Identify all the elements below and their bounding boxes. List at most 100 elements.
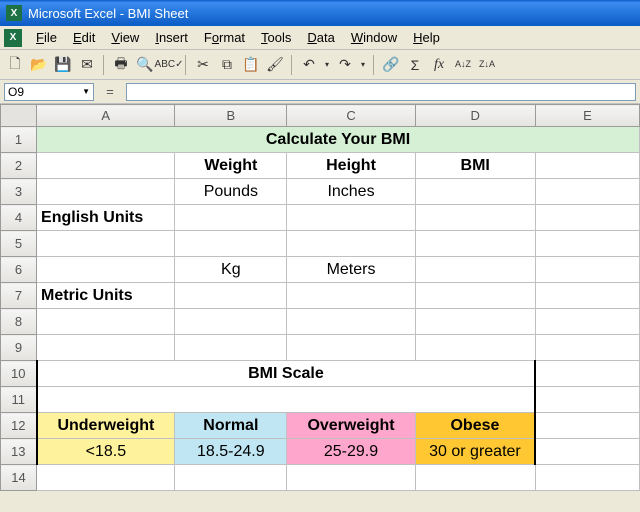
menu-file[interactable]: File: [28, 28, 65, 47]
format-painter-icon[interactable]: 🖌: [264, 54, 286, 76]
cell-A4[interactable]: English Units: [37, 205, 175, 231]
col-header-C[interactable]: C: [287, 105, 415, 127]
cell-E13[interactable]: [535, 439, 639, 465]
cell-E14[interactable]: [535, 465, 639, 491]
menu-insert[interactable]: Insert: [147, 28, 196, 47]
cell-A8[interactable]: [37, 309, 175, 335]
print-preview-icon[interactable]: 🔍: [134, 54, 156, 76]
save-icon[interactable]: 💾: [52, 54, 74, 76]
cell-B14[interactable]: [175, 465, 287, 491]
cell-D9[interactable]: [415, 335, 535, 361]
col-header-B[interactable]: B: [175, 105, 287, 127]
cell-D7[interactable]: [415, 283, 535, 309]
cell-B9[interactable]: [175, 335, 287, 361]
row-header-1[interactable]: 1: [1, 127, 37, 153]
cell-B13[interactable]: 18.5-24.9: [175, 439, 287, 465]
cell-D5[interactable]: [415, 231, 535, 257]
cell-E3[interactable]: [535, 179, 639, 205]
row-header-9[interactable]: 9: [1, 335, 37, 361]
cell-E5[interactable]: [535, 231, 639, 257]
redo-icon[interactable]: ↷: [334, 54, 356, 76]
cell-C2[interactable]: Height: [287, 153, 415, 179]
cell-C6[interactable]: Meters: [287, 257, 415, 283]
spreadsheet-grid[interactable]: A B C D E 1 Calculate Your BMI 2 Weight …: [0, 104, 640, 491]
spellcheck-icon[interactable]: ABC✓: [158, 54, 180, 76]
cell-E4[interactable]: [535, 205, 639, 231]
cell-A1[interactable]: Calculate Your BMI: [37, 127, 640, 153]
undo-icon[interactable]: ↶: [298, 54, 320, 76]
col-header-D[interactable]: D: [415, 105, 535, 127]
menu-help[interactable]: Help: [405, 28, 448, 47]
cell-E10[interactable]: [535, 361, 639, 387]
menu-tools[interactable]: Tools: [253, 28, 299, 47]
paste-icon[interactable]: 📋: [240, 54, 262, 76]
cell-C5[interactable]: [287, 231, 415, 257]
cell-B7[interactable]: [175, 283, 287, 309]
menu-format[interactable]: Format: [196, 28, 253, 47]
cell-A5[interactable]: [37, 231, 175, 257]
cell-D4[interactable]: [415, 205, 535, 231]
new-icon[interactable]: 🗋: [4, 54, 26, 76]
cell-A14[interactable]: [37, 465, 175, 491]
undo-dropdown-icon[interactable]: ▾: [322, 54, 332, 76]
cell-D6[interactable]: [415, 257, 535, 283]
row-header-3[interactable]: 3: [1, 179, 37, 205]
cell-A3[interactable]: [37, 179, 175, 205]
function-icon[interactable]: fx: [428, 54, 450, 76]
cell-C8[interactable]: [287, 309, 415, 335]
cell-E9[interactable]: [535, 335, 639, 361]
cell-E6[interactable]: [535, 257, 639, 283]
cell-B12[interactable]: Normal: [175, 413, 287, 439]
copy-icon[interactable]: ⧉: [216, 54, 238, 76]
cell-E2[interactable]: [535, 153, 639, 179]
col-header-E[interactable]: E: [535, 105, 639, 127]
cell-C14[interactable]: [287, 465, 415, 491]
cell-C4[interactable]: [287, 205, 415, 231]
menu-data[interactable]: Data: [299, 28, 342, 47]
select-all-corner[interactable]: [1, 105, 37, 127]
cell-D14[interactable]: [415, 465, 535, 491]
row-header-13[interactable]: 13: [1, 439, 37, 465]
cut-icon[interactable]: ✂: [192, 54, 214, 76]
email-icon[interactable]: ✉: [76, 54, 98, 76]
hyperlink-icon[interactable]: 🔗: [380, 54, 402, 76]
cell-B2[interactable]: Weight: [175, 153, 287, 179]
cell-A7[interactable]: Metric Units: [37, 283, 175, 309]
cell-B3[interactable]: Pounds: [175, 179, 287, 205]
chevron-down-icon[interactable]: ▼: [82, 87, 90, 96]
cell-B5[interactable]: [175, 231, 287, 257]
row-header-4[interactable]: 4: [1, 205, 37, 231]
col-header-A[interactable]: A: [37, 105, 175, 127]
cell-E8[interactable]: [535, 309, 639, 335]
cell-A9[interactable]: [37, 335, 175, 361]
sort-asc-icon[interactable]: A↓Z: [452, 54, 474, 76]
cell-D13[interactable]: 30 or greater: [415, 439, 535, 465]
cell-A12[interactable]: Underweight: [37, 413, 175, 439]
menu-view[interactable]: View: [103, 28, 147, 47]
sort-desc-icon[interactable]: Z↓A: [476, 54, 498, 76]
cell-B8[interactable]: [175, 309, 287, 335]
cell-B6[interactable]: Kg: [175, 257, 287, 283]
row-header-12[interactable]: 12: [1, 413, 37, 439]
cell-D2[interactable]: BMI: [415, 153, 535, 179]
cell-E11[interactable]: [535, 387, 639, 413]
cell-A10[interactable]: BMI Scale: [37, 361, 536, 387]
cell-A6[interactable]: [37, 257, 175, 283]
row-header-2[interactable]: 2: [1, 153, 37, 179]
cell-C9[interactable]: [287, 335, 415, 361]
cell-E12[interactable]: [535, 413, 639, 439]
name-box[interactable]: O9 ▼: [4, 83, 94, 101]
row-header-11[interactable]: 11: [1, 387, 37, 413]
cell-C7[interactable]: [287, 283, 415, 309]
cell-C3[interactable]: Inches: [287, 179, 415, 205]
cell-D3[interactable]: [415, 179, 535, 205]
cell-D8[interactable]: [415, 309, 535, 335]
cell-B4[interactable]: [175, 205, 287, 231]
cell-C13[interactable]: 25-29.9: [287, 439, 415, 465]
formula-bar[interactable]: [126, 83, 636, 101]
row-header-7[interactable]: 7: [1, 283, 37, 309]
row-header-10[interactable]: 10: [1, 361, 37, 387]
row-header-5[interactable]: 5: [1, 231, 37, 257]
autosum-icon[interactable]: Σ: [404, 54, 426, 76]
row-header-6[interactable]: 6: [1, 257, 37, 283]
